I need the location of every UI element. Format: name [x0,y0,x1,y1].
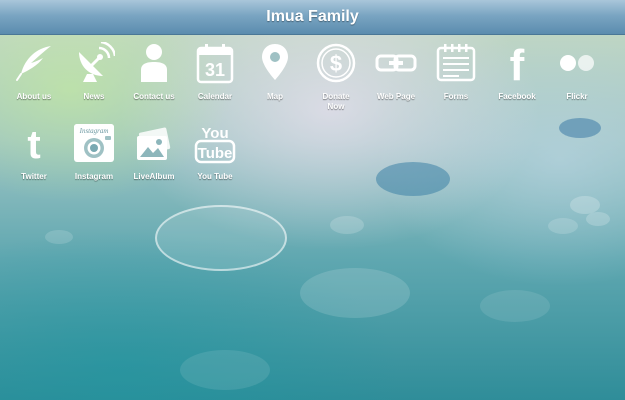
instagram-icon: Instagram [74,124,114,162]
calendar-day: 31 [205,60,225,80]
tile-label: Instagram [74,172,114,181]
feather-icon [16,46,51,81]
bokeh-circle [300,268,410,318]
bokeh-circle [480,290,550,322]
bokeh-circle [548,218,578,234]
tile-contact-us[interactable]: Contact us [123,42,185,112]
dollar-coin-icon: $ [316,43,356,83]
tile-twitter[interactable]: t Twitter [3,122,65,192]
tile-web-page[interactable]: Web Page [365,42,427,112]
tile-label: Contact us [133,92,175,101]
flickr-icon [560,55,594,71]
instagram-wordmark: Instagram [79,127,109,135]
form-notebook-icon [436,44,476,82]
bokeh-circle [376,162,450,196]
tile-label: Flickr [566,92,588,101]
tile-label: Calendar [197,92,233,101]
map-pin-icon [262,44,288,80]
twitter-icon: t [27,123,40,164]
bokeh-circle [586,212,610,226]
tile-news[interactable]: News [63,42,125,112]
bokeh-circle [180,350,270,390]
bokeh-circle [570,196,600,214]
tile-youtube[interactable]: You Tube You Tube [184,122,246,192]
tile-label: You Tube [197,172,233,181]
satellite-dish-icon [79,42,115,82]
tile-instagram[interactable]: Instagram Instagram [63,122,125,192]
bokeh-circle [155,205,287,271]
tile-label: Map [267,92,283,101]
app-header: Imua Family [0,0,625,35]
tile-label: Donate Now [322,92,350,111]
tile-about-us[interactable]: About us [3,42,65,112]
tile-calendar[interactable]: 31 Calendar [184,42,246,112]
youtube-word-bottom: Tube [198,145,233,162]
tile-flickr[interactable]: Flickr [546,42,608,112]
app-title: Imua Family [266,8,359,25]
chain-link-icon [375,54,417,72]
bokeh-circle [45,230,73,244]
calendar-icon: 31 [196,44,234,84]
tile-label: Web Page [376,92,416,101]
facebook-glyph: f [510,42,525,84]
tile-forms[interactable]: Forms [425,42,487,112]
bokeh-circle [559,118,601,138]
tile-livealbum[interactable]: LiveAlbum [123,122,185,192]
tile-label: Twitter [21,172,47,181]
tile-label: LiveAlbum [133,172,175,181]
facebook-icon: f [510,42,525,84]
tile-label: News [83,92,105,101]
youtube-word-top: You [201,125,228,142]
youtube-icon: You Tube [194,125,236,164]
tile-donate-now[interactable]: $ Donate Now [305,42,367,112]
tile-label: Facebook [498,92,536,101]
person-icon [141,44,167,82]
dollar-symbol: $ [330,51,342,76]
tile-label: About us [16,92,52,101]
twitter-glyph: t [27,123,40,164]
tile-facebook[interactable]: f Facebook [486,42,548,112]
tile-label: Forms [443,92,469,101]
photo-album-icon [137,127,171,160]
bokeh-circle [330,216,364,234]
tile-map[interactable]: Map [244,42,306,112]
